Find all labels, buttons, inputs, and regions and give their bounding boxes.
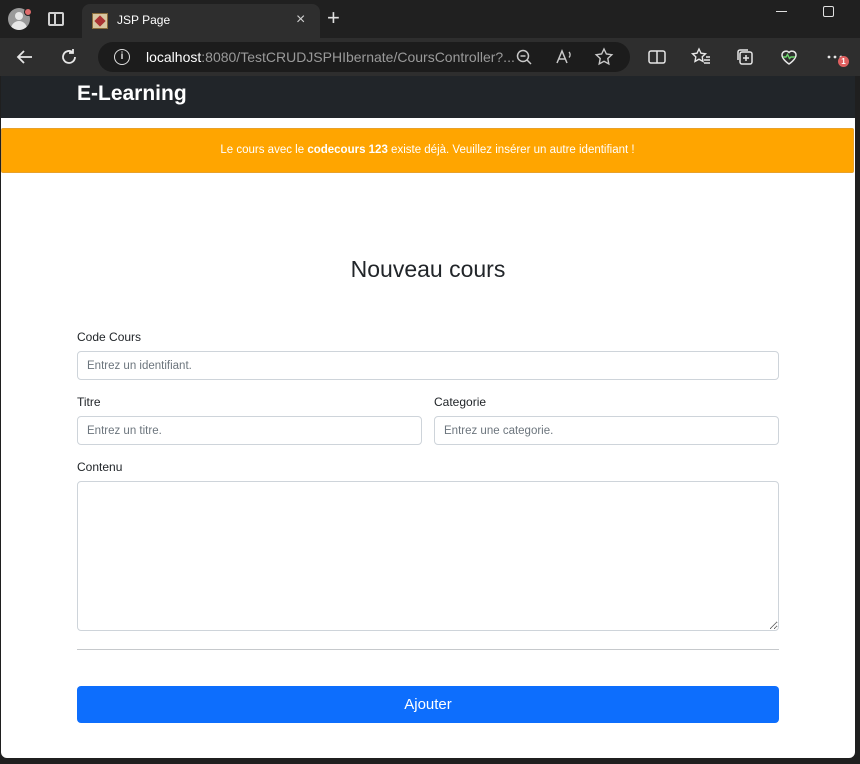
- collections-icon[interactable]: [734, 46, 756, 68]
- read-aloud-icon[interactable]: [553, 46, 575, 68]
- code-cours-input[interactable]: [77, 351, 779, 380]
- page-title: Nouveau cours: [350, 256, 506, 282]
- tab-actions-icon[interactable]: [48, 12, 64, 26]
- contenu-textarea[interactable]: [77, 481, 779, 631]
- warning-alert: Le cours avec le codecours 123 existe dé…: [1, 128, 854, 173]
- tab-close-icon[interactable]: ×: [296, 11, 305, 29]
- page-viewport: E-Learning Le cours avec le codecours 12…: [1, 76, 855, 758]
- split-screen-icon[interactable]: [646, 46, 668, 68]
- alert-highlight: codecours 123: [307, 144, 388, 156]
- back-icon[interactable]: [14, 46, 36, 68]
- tab-bar: JSP Page × +: [0, 0, 860, 38]
- ajouter-button[interactable]: Ajouter: [77, 686, 779, 723]
- categorie-input[interactable]: [434, 416, 779, 445]
- minimize-icon[interactable]: [776, 11, 787, 12]
- maximize-icon[interactable]: [823, 6, 834, 17]
- titre-label: Titre: [77, 395, 101, 409]
- contenu-label: Contenu: [77, 460, 123, 474]
- navbar-brand[interactable]: E-Learning: [77, 82, 187, 106]
- window-bottom-edge: [0, 758, 860, 764]
- notification-badge: 1: [838, 56, 849, 67]
- info-icon[interactable]: i: [114, 49, 130, 65]
- refresh-icon[interactable]: [58, 46, 80, 68]
- tab-title: JSP Page: [117, 13, 171, 27]
- tab-favicon-icon: [92, 13, 108, 29]
- address-bar[interactable]: i localhost:8080/TestCRUDJSPHIbernate/Co…: [98, 42, 630, 72]
- favorite-star-icon[interactable]: [593, 46, 615, 68]
- navbar: E-Learning: [1, 76, 855, 118]
- tab-jsp-page[interactable]: JSP Page ×: [82, 4, 320, 38]
- favorites-icon[interactable]: [690, 46, 712, 68]
- alert-prefix: Le cours avec le: [220, 144, 308, 156]
- profile-status-dot: [24, 8, 32, 16]
- browser-essentials-icon[interactable]: [778, 46, 800, 68]
- browser-toolbar: i localhost:8080/TestCRUDJSPHIbernate/Co…: [0, 38, 860, 76]
- form-divider: [77, 649, 779, 650]
- zoom-out-icon[interactable]: [513, 46, 535, 68]
- new-tab-button[interactable]: +: [327, 7, 340, 29]
- categorie-label: Categorie: [434, 395, 487, 409]
- url-text: localhost:8080/TestCRUDJSPHIbernate/Cour…: [146, 49, 515, 65]
- alert-suffix: existe déjà. Veuillez insérer un autre i…: [387, 144, 635, 156]
- titre-input[interactable]: [77, 416, 422, 445]
- browser-window: JSP Page × + i localhost:8080/TestCRUDJS…: [0, 0, 860, 764]
- code-cours-label: Code Cours: [77, 330, 142, 344]
